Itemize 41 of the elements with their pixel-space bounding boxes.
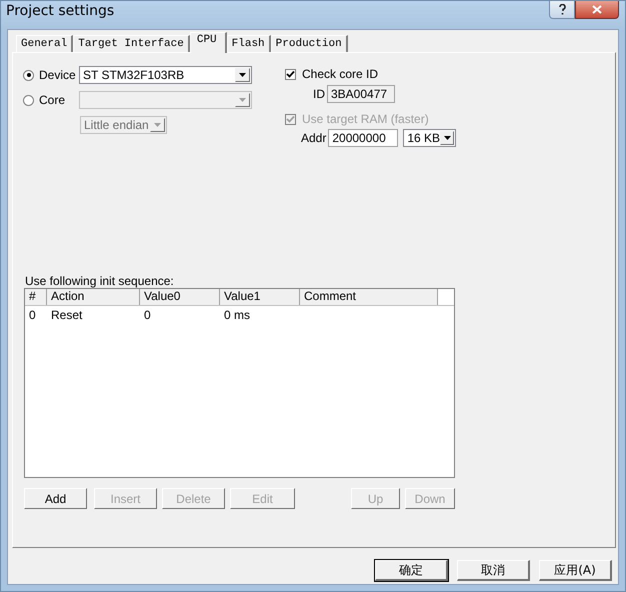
radio-label: Device [39,68,77,82]
table-cell-text: 0 [143,308,152,322]
radio-label: Core [39,93,66,107]
caret-icon [444,136,451,140]
caret-icon [239,73,246,77]
size-dropdown[interactable]: 16 KB [403,129,456,147]
table-cell-text: 0 [28,308,37,322]
core-id-field[interactable]: 3BA00477 [327,85,395,103]
window-title: Project settings [6,3,116,19]
checkbox-label: Check core ID [302,67,378,81]
dialog-button[interactable]: 应用(A) [539,560,612,581]
field-label: Addr [301,131,326,145]
column-header[interactable]: # [25,289,47,305]
checkbox-label: Use target RAM (faster) [302,112,429,126]
tab[interactable]: Production [270,35,348,52]
column-header[interactable]: Action [47,289,140,305]
help-button[interactable] [549,1,575,19]
address-field[interactable]: 20000000 [328,129,398,147]
section-label: Use following init sequence: [25,274,175,288]
caret-icon [154,123,161,127]
tab[interactable]: CPU [190,32,227,53]
table-cell-text: Reset [50,308,84,322]
sequence-button[interactable]: Add [24,488,87,509]
help-icon [558,4,566,15]
dialog-button[interactable]: 确定 [375,560,448,581]
tab[interactable]: Flash [226,35,271,52]
dialog-button[interactable]: 取消 [457,560,530,581]
caret-icon [239,98,246,102]
close-button[interactable] [575,1,619,19]
field-label: ID [313,87,325,101]
radio-button[interactable] [23,94,34,106]
tab[interactable]: Target Interface [73,35,190,52]
radio-button[interactable] [23,70,34,80]
table-cell-text: 0 ms [223,308,252,322]
close-icon [592,5,602,14]
column-header[interactable]: Value1 [220,289,300,305]
column-header[interactable]: Comment [300,289,438,305]
column-header[interactable]: Value0 [140,289,220,305]
checkbox[interactable] [285,68,296,80]
dropdown[interactable]: ST STM32F103RB [79,66,252,84]
tab[interactable]: General [16,35,74,52]
